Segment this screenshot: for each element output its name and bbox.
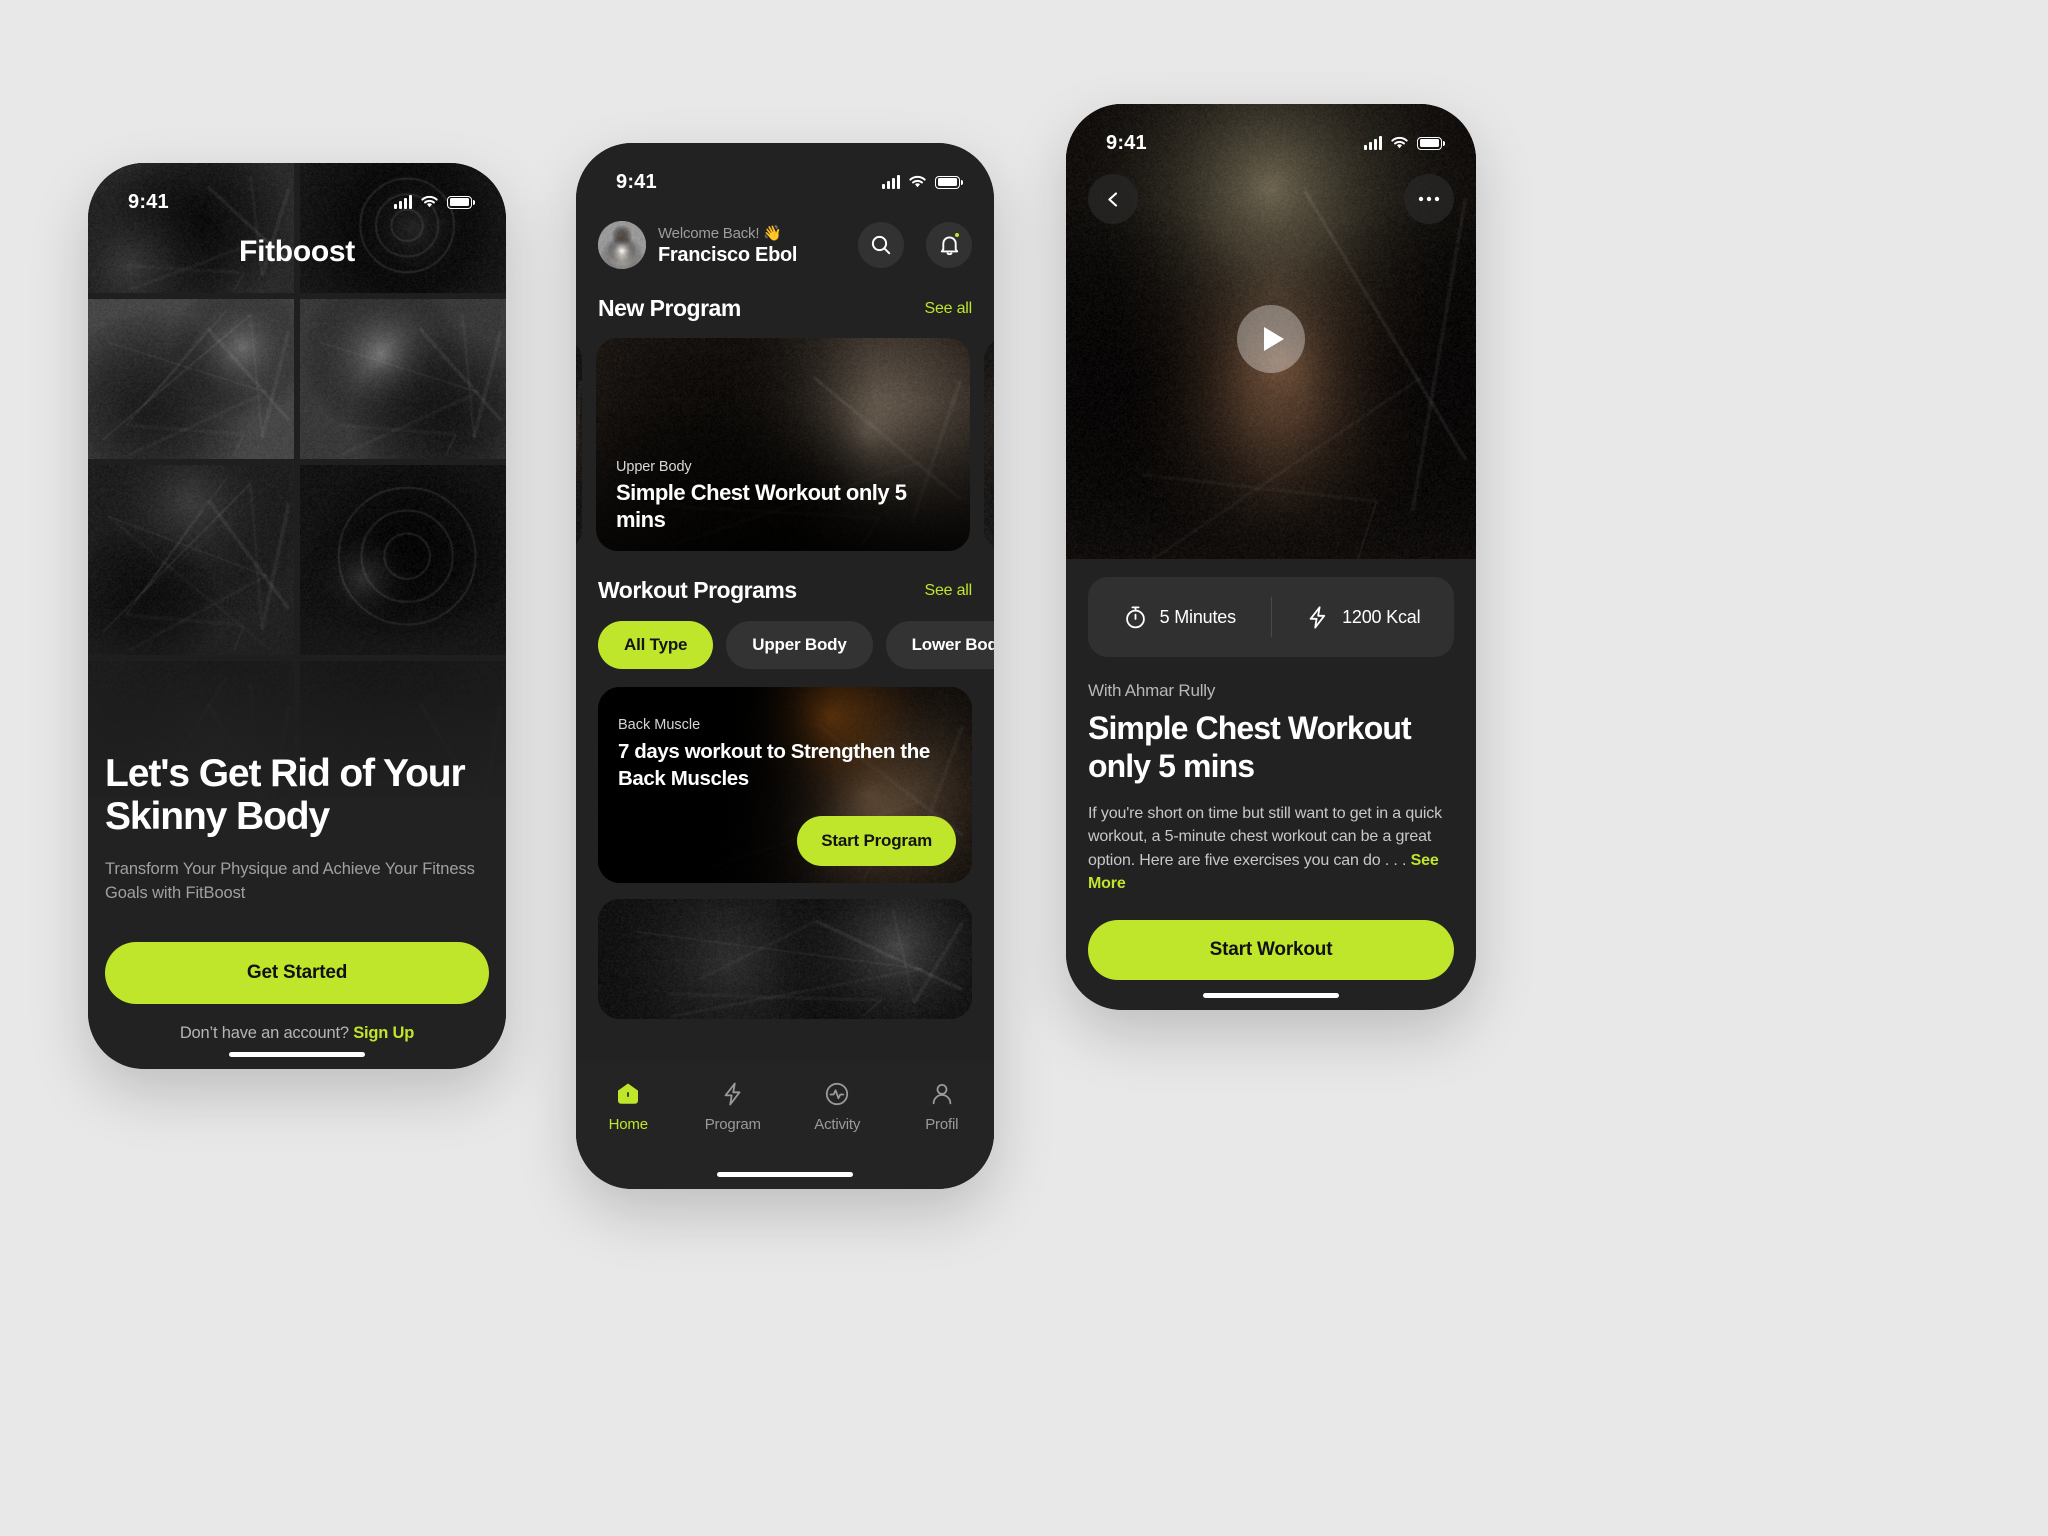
new-program-rail[interactable]: Upper Body Simple Chest Workout only 5 m… xyxy=(576,322,994,551)
status-bar: 9:41 xyxy=(576,143,994,203)
person-icon xyxy=(932,1083,952,1105)
wifi-icon xyxy=(909,175,926,188)
see-all-workout-programs[interactable]: See all xyxy=(924,582,972,600)
tab-label: Profil xyxy=(925,1116,959,1133)
phone-onboarding: 9:41 Fitboost Let's Get Rid of Your Skin… xyxy=(88,163,506,1069)
more-horizontal-icon xyxy=(1418,196,1440,202)
get-started-button[interactable]: Get Started xyxy=(105,942,489,1004)
status-icons xyxy=(394,195,475,209)
tab-label: Program xyxy=(704,1116,761,1133)
battery-icon xyxy=(447,195,475,209)
status-time: 9:41 xyxy=(1106,131,1147,154)
onboarding-headline: Let's Get Rid of Your Skinny Body xyxy=(105,752,466,839)
signal-icon xyxy=(882,175,900,189)
tab-program[interactable]: Program xyxy=(681,1081,786,1133)
stat-calories: 1200 Kcal xyxy=(1272,605,1455,630)
search-button[interactable] xyxy=(858,222,904,268)
program-card-peek-left[interactable] xyxy=(576,338,582,551)
onboarding-subtitle: Transform Your Physique and Achieve Your… xyxy=(105,860,475,903)
app-brand-title: Fitboost xyxy=(239,235,355,268)
photo-tile xyxy=(88,299,294,459)
back-button[interactable] xyxy=(1088,174,1138,224)
notifications-button[interactable] xyxy=(926,222,972,268)
status-icons xyxy=(1364,136,1445,150)
phone-workout-detail: 5 Minutes 1200 Kcal With Ahmar Rully Sim… xyxy=(1066,104,1476,1010)
battery-icon xyxy=(1417,136,1445,150)
signal-icon xyxy=(1364,136,1382,150)
status-bar: 9:41 xyxy=(1066,104,1476,164)
filter-chip-all-type[interactable]: All Type xyxy=(598,621,714,669)
start-program-button[interactable]: Start Program xyxy=(797,816,956,866)
section-header-new-program: New Program See all xyxy=(576,269,994,322)
stopwatch-icon xyxy=(1125,606,1145,628)
description-text: If you're short on time but still want t… xyxy=(1088,804,1442,869)
status-time: 9:41 xyxy=(616,170,657,193)
workout-description: If you're short on time but still want t… xyxy=(1088,802,1454,896)
avatar[interactable] xyxy=(598,221,646,269)
home-indicator xyxy=(1203,993,1339,998)
card-kicker: Upper Body xyxy=(616,459,692,476)
stat-value: 1200 Kcal xyxy=(1342,606,1421,627)
status-time: 9:41 xyxy=(128,190,169,213)
activity-icon xyxy=(826,1082,849,1106)
stat-value: 5 Minutes xyxy=(1159,606,1236,627)
tab-profil[interactable]: Profil xyxy=(890,1081,995,1133)
card-title: Simple Chest Workout only 5 mins xyxy=(616,480,907,532)
filter-chip-upper-body[interactable]: Upper Body xyxy=(726,621,873,669)
notification-badge xyxy=(953,231,961,239)
filter-chip-row[interactable]: All Type Upper Body Lower Body xyxy=(576,604,994,669)
stat-duration: 5 Minutes xyxy=(1088,605,1271,630)
workout-title: Simple Chest Workout only 5 mins xyxy=(1088,710,1412,785)
bottom-tab-bar[interactable]: Home Program Activity Profil xyxy=(576,1061,994,1189)
filter-chip-lower-body[interactable]: Lower Body xyxy=(885,621,994,669)
play-button[interactable] xyxy=(1237,305,1305,373)
search-icon xyxy=(871,235,891,255)
home-indicator xyxy=(229,1052,365,1057)
section-header-workout-programs: Workout Programs See all xyxy=(576,551,994,604)
workout-author: With Ahmar Rully xyxy=(1088,681,1216,700)
signal-icon xyxy=(394,195,412,209)
workout-program-card[interactable]: Back Muscle 7 days workout to Strengthen… xyxy=(598,687,972,883)
start-workout-button[interactable]: Start Workout xyxy=(1088,919,1454,980)
tab-home[interactable]: Home xyxy=(576,1081,681,1133)
program-card-peek-right[interactable] xyxy=(984,338,994,551)
phone-home: Welcome Back! 👋 Francisco Ebol New Progr… xyxy=(576,143,994,1189)
greeting-block: Welcome Back! 👋 Francisco Ebol xyxy=(658,224,846,267)
status-icons xyxy=(882,175,963,189)
canvas: 9:41 Fitboost Let's Get Rid of Your Skin… xyxy=(0,0,2048,1536)
new-program-card[interactable]: Upper Body Simple Chest Workout only 5 m… xyxy=(596,338,970,551)
onboarding-copy: Let's Get Rid of Your Skinny Body Transf… xyxy=(88,752,506,1069)
chevron-left-icon xyxy=(1107,191,1117,207)
detail-body: 5 Minutes 1200 Kcal With Ahmar Rully Sim… xyxy=(1066,559,1476,1010)
bolt-icon xyxy=(1309,605,1326,628)
workout-stats: 5 Minutes 1200 Kcal xyxy=(1088,577,1454,657)
signup-row: Don’t have an account? Sign Up xyxy=(105,1024,489,1043)
battery-icon xyxy=(935,175,963,189)
user-name: Francisco Ebol xyxy=(658,243,798,266)
welcome-label: Welcome Back! 👋 xyxy=(658,224,782,242)
home-icon xyxy=(618,1083,639,1104)
tab-label: Activity xyxy=(814,1116,861,1133)
workout-program-card-next[interactable] xyxy=(598,899,972,1019)
hero-video[interactable] xyxy=(1066,104,1476,574)
home-screen: Welcome Back! 👋 Francisco Ebol New Progr… xyxy=(576,143,994,1189)
card-title: 7 days workout to Strengthen the Back Mu… xyxy=(618,740,930,791)
see-all-new-program[interactable]: See all xyxy=(924,300,972,318)
wifi-icon xyxy=(421,195,438,208)
signup-prompt: Don’t have an account? xyxy=(179,1024,349,1042)
wifi-icon xyxy=(1391,136,1408,149)
more-options-button[interactable] xyxy=(1404,174,1454,224)
sign-up-link[interactable]: Sign Up xyxy=(353,1024,414,1042)
section-title: Workout Programs xyxy=(598,577,797,603)
tab-label: Home xyxy=(608,1116,648,1133)
home-indicator xyxy=(717,1172,853,1177)
tab-activity[interactable]: Activity xyxy=(785,1081,890,1133)
home-header: Welcome Back! 👋 Francisco Ebol xyxy=(576,199,994,269)
bolt-icon xyxy=(724,1082,741,1106)
card-kicker: Back Muscle xyxy=(618,717,701,733)
status-bar: 9:41 xyxy=(88,163,506,223)
section-title: New Program xyxy=(598,295,741,321)
photo-tile xyxy=(300,299,506,459)
